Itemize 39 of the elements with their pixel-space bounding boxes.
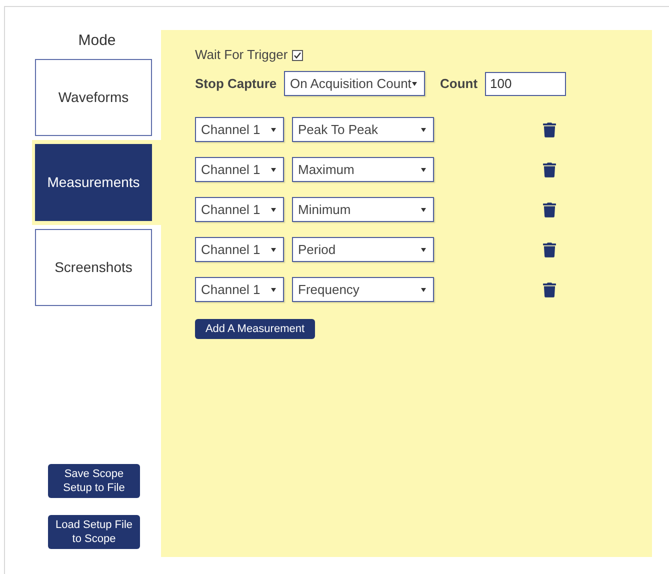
measurement-dropdown[interactable]: Maximum — [292, 157, 434, 182]
count-field[interactable]: 100 — [485, 72, 566, 96]
mode-tab[interactable]: Waveforms — [35, 59, 152, 136]
stop-capture-label: Stop Capture — [195, 74, 278, 93]
wait-for-trigger-label: Wait For Trigger — [195, 46, 288, 64]
caret-icon — [421, 248, 426, 252]
channel-dropdown[interactable]: Channel 1 — [195, 237, 284, 262]
save-setup-button[interactable]: Save Scope Setup to File — [48, 464, 140, 498]
load-setup-button[interactable]: Load Setup File to Scope — [48, 515, 140, 549]
caret-icon — [421, 128, 426, 132]
delete-icon[interactable] — [543, 242, 556, 258]
channel-dropdown[interactable]: Channel 1 — [195, 117, 284, 142]
channel-dropdown[interactable]: Channel 1 — [195, 197, 284, 222]
measurement-dropdown[interactable]: Frequency — [292, 277, 434, 302]
caret-icon — [412, 82, 417, 86]
measurement-dropdown[interactable]: Peak To Peak — [292, 117, 434, 142]
caret-icon — [271, 248, 276, 252]
add-measurement-button[interactable]: Add A Measurement — [195, 319, 315, 339]
measurement-dropdown[interactable]: Minimum — [292, 197, 434, 222]
caret-icon — [271, 168, 276, 172]
measurement-dropdown[interactable]: Period — [292, 237, 434, 262]
delete-icon[interactable] — [543, 202, 556, 218]
sidebar-title: Mode — [78, 32, 116, 50]
caret-icon — [421, 168, 426, 172]
caret-icon — [421, 288, 426, 292]
delete-icon[interactable] — [543, 162, 556, 178]
stop-capture-dropdown[interactable]: On Acquisition Count — [284, 71, 425, 96]
caret-icon — [271, 208, 276, 212]
channel-dropdown[interactable]: Channel 1 — [195, 157, 284, 182]
caret-icon — [271, 288, 276, 292]
delete-icon[interactable] — [543, 122, 556, 138]
delete-icon[interactable] — [543, 282, 556, 298]
channel-dropdown[interactable]: Channel 1 — [195, 277, 284, 302]
caret-icon — [271, 128, 276, 132]
mode-tab[interactable]: Screenshots — [35, 229, 152, 306]
checkbox[interactable] — [292, 50, 303, 60]
caret-icon — [421, 208, 426, 212]
mode-tab[interactable]: Measurements — [35, 144, 152, 221]
count-label: Count — [440, 74, 479, 93]
